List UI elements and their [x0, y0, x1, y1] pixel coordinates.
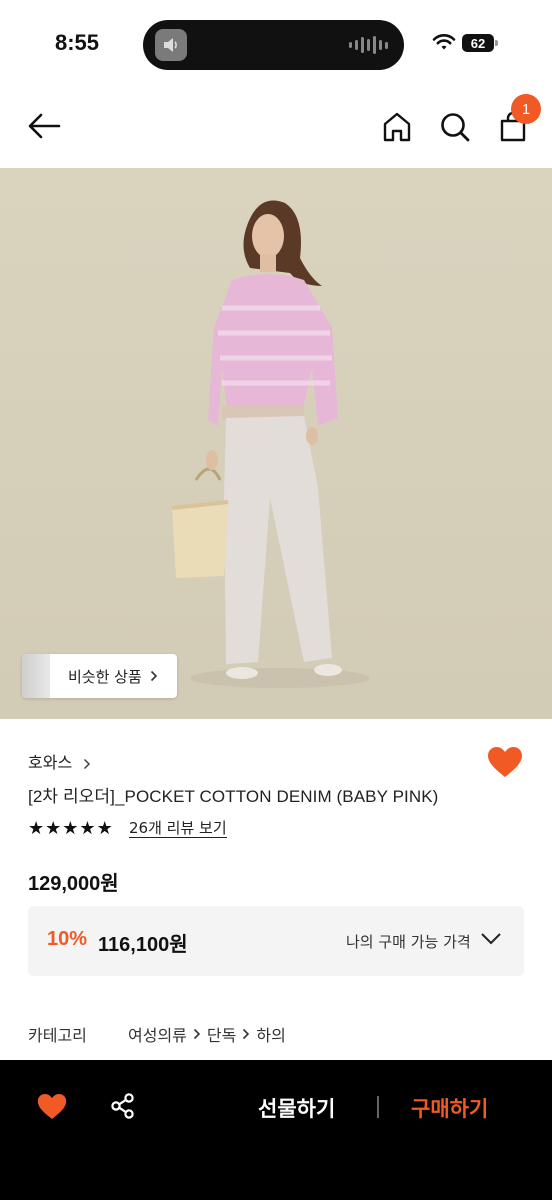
wishlist-heart-icon[interactable] [487, 746, 523, 782]
home-icon[interactable] [381, 110, 413, 144]
divider [377, 1096, 379, 1118]
bottom-action-bar [0, 1060, 552, 1200]
gift-button[interactable]: 선물하기 [258, 1093, 335, 1123]
product-name: [2차 리오더]_POCKET COTTON DENIM (BABY PINK) [28, 787, 439, 806]
product-image[interactable] [0, 168, 552, 719]
share-icon[interactable] [109, 1092, 137, 1124]
back-arrow-icon[interactable] [26, 110, 62, 142]
chevron-right-icon [150, 670, 158, 682]
category-label: 카테고리 [28, 1026, 87, 1045]
model-photo [0, 168, 552, 719]
my-price-box[interactable]: 10% 116,100원 나의 구매 가능 가격 [28, 906, 524, 976]
buy-button[interactable]: 구매하기 [411, 1093, 488, 1123]
similar-products-label: 비슷한 상품 [68, 668, 142, 686]
status-time: 8:55 [55, 30, 100, 55]
chevron-right-icon [243, 1028, 250, 1040]
speaker-icon [155, 29, 187, 61]
search-icon[interactable] [438, 110, 472, 144]
my-price-label: 나의 구매 가능 가격 [346, 933, 471, 951]
category-breadcrumb: 여성의류 단독 하의 [128, 1022, 286, 1046]
battery-tip [495, 40, 498, 46]
battery-indicator: 62 [462, 34, 494, 52]
brand-link[interactable]: 호와스 [28, 749, 91, 773]
chevron-down-icon [481, 933, 501, 945]
star-icon: ★ [45, 818, 62, 839]
discounted-price: 116,100원 [98, 934, 188, 956]
category-level-3[interactable]: 하의 [256, 1022, 285, 1046]
star-icon: ★ [62, 818, 79, 839]
brand-name: 호와스 [28, 753, 73, 772]
rating-stars: ★ ★ ★ ★ ★ [28, 819, 113, 839]
chevron-right-icon [84, 758, 91, 769]
chevron-right-icon [193, 1028, 201, 1040]
dynamic-island [143, 20, 404, 70]
product-price: 129,000원 [28, 873, 119, 895]
status-bar: 8:55 62 [0, 0, 552, 90]
category-level-1[interactable]: 여성의류 [128, 1022, 187, 1046]
audio-wave-icon [349, 35, 388, 55]
wifi-icon [432, 34, 456, 50]
star-icon: ★ [28, 818, 45, 839]
similar-products-button[interactable]: 비슷한 상품 [22, 654, 177, 698]
cart-count-badge[interactable]: 1 [511, 94, 541, 124]
star-icon: ★ [79, 818, 96, 839]
similar-products-thumbnail [22, 654, 50, 698]
discount-rate: 10% [47, 928, 88, 950]
wishlist-heart-icon[interactable] [37, 1093, 67, 1124]
star-icon: ★ [96, 818, 113, 839]
category-level-2[interactable]: 단독 [207, 1022, 236, 1046]
review-link[interactable]: 26개 리뷰 보기 [129, 819, 227, 838]
